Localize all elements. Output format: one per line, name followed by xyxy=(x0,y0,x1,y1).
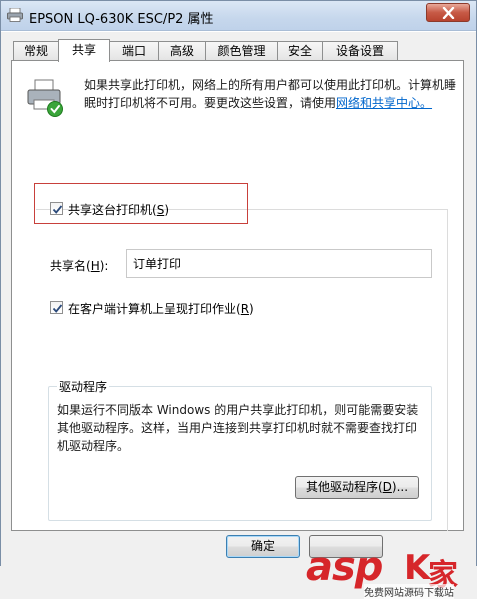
sharing-info-text: 如果共享此打印机，网络上的所有用户都可以使用此打印机。计算机睡眠时打印机将不可用… xyxy=(84,76,456,112)
render-jobs-label-suffix: ) xyxy=(249,302,254,316)
title-bar: EPSON LQ-630K ESC/P2 属性 xyxy=(1,1,476,31)
share-name-label: 共享名(H): xyxy=(50,257,108,274)
share-printer-checkbox[interactable] xyxy=(50,202,63,215)
checkmark-icon xyxy=(52,304,63,313)
printer-properties-window: EPSON LQ-630K ESC/P2 属性 常规 共享 端口 高级 颜色管理… xyxy=(0,0,477,599)
additional-drivers-button[interactable]: 其他驱动程序(D)... xyxy=(295,476,419,499)
share-name-label-prefix: 共享名( xyxy=(50,259,91,273)
tab-general[interactable]: 常规 xyxy=(13,41,59,61)
tab-advanced[interactable]: 高级 xyxy=(158,41,206,61)
tab-security[interactable]: 安全 xyxy=(277,41,323,61)
window-title: EPSON LQ-630K ESC/P2 属性 xyxy=(29,12,214,27)
additional-drivers-prefix: 其他驱动程序( xyxy=(305,480,383,494)
tab-sharing[interactable]: 共享 xyxy=(58,39,110,62)
watermark-k: K xyxy=(404,548,431,588)
watermark-subtitle: 免费网站源码下载站 xyxy=(364,584,454,599)
printer-icon xyxy=(7,8,23,22)
ok-button[interactable]: 确定 xyxy=(226,535,300,558)
close-button[interactable] xyxy=(426,3,470,22)
share-printer-label-prefix: 共享这台打印机( xyxy=(68,203,157,217)
shared-printer-icon xyxy=(27,79,63,117)
share-printer-label-suffix: ) xyxy=(164,203,169,217)
site-watermark-logo: asp K 家 免费网站源码下载站 xyxy=(306,544,476,599)
share-name-label-suffix: ): xyxy=(99,259,109,273)
close-icon xyxy=(442,7,455,19)
network-sharing-center-link[interactable]: 网络和共享中心。 xyxy=(336,96,432,110)
render-jobs-checkbox[interactable] xyxy=(50,301,63,314)
tab-color-management[interactable]: 颜色管理 xyxy=(205,41,278,61)
sharing-tab-panel: 如果共享此打印机，网络上的所有用户都可以使用此打印机。计算机睡眠时打印机将不可用… xyxy=(11,60,464,531)
share-name-accel: H xyxy=(90,259,100,273)
render-jobs-accel: R xyxy=(240,302,250,316)
tab-device-settings[interactable]: 设备设置 xyxy=(322,41,398,61)
render-jobs-label-prefix: 在客户端计算机上呈现打印作业( xyxy=(68,302,241,316)
dialog-client-area: 常规 共享 端口 高级 颜色管理 安全 设备设置 如果共享此打印机，网络上的所有… xyxy=(1,32,476,599)
additional-drivers-suffix: )... xyxy=(391,480,409,494)
checkmark-icon xyxy=(52,205,63,214)
drivers-groupbox: 驱动程序 如果运行不同版本 Windows 的用户共享此打印机，则可能需要安装其… xyxy=(48,378,432,521)
additional-drivers-accel: D xyxy=(382,480,392,494)
render-jobs-label: 在客户端计算机上呈现打印作业(R) xyxy=(68,300,254,317)
share-name-input[interactable]: 订单打印 xyxy=(126,249,432,278)
drivers-description: 如果运行不同版本 Windows 的用户共享此打印机，则可能需要安装其他驱动程序… xyxy=(57,403,419,453)
drivers-group-title: 驱动程序 xyxy=(57,378,110,395)
share-printer-label: 共享这台打印机(S) xyxy=(68,201,169,218)
tab-ports[interactable]: 端口 xyxy=(109,41,159,61)
